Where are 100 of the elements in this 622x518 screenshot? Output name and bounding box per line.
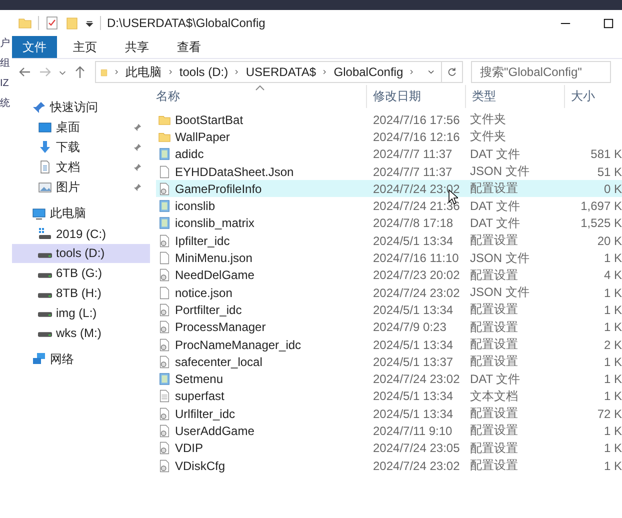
properties-icon[interactable] <box>45 16 59 30</box>
nav-item[interactable]: img (L:) <box>12 302 150 323</box>
file-type: 配置设置 <box>469 301 519 318</box>
menu-label: 组 <box>0 58 11 70</box>
column-header[interactable]: 修改日期 <box>367 85 466 108</box>
nav-item[interactable]: tools (D:) <box>12 244 150 264</box>
file-row[interactable]: Urlfilter_idc 2024/5/1 13:34 配置设置 72 K <box>156 405 622 422</box>
nav-item[interactable]: 下载 <box>12 138 150 158</box>
file-row[interactable]: Portfilter_idc 2024/5/1 13:34 配置设置 1 K <box>156 301 622 319</box>
gear-file-icon <box>158 338 171 352</box>
breadcrumb-item[interactable]: GlobalConfig <box>334 65 404 79</box>
nav-item[interactable]: wks (M:) <box>12 322 150 343</box>
chevron-right-icon[interactable] <box>235 67 239 77</box>
ribbon-tab[interactable]: 主页 <box>61 36 109 58</box>
back-arrow-icon[interactable] <box>18 65 32 79</box>
file-row[interactable]: NeedDelGame 2024/7/23 20:02 配置设置 4 K <box>156 266 622 284</box>
ribbon-tab[interactable]: 文件 <box>12 36 57 58</box>
search-field[interactable]: 搜索"GlobalConfig" <box>471 61 611 83</box>
column-header[interactable]: 类型 <box>466 85 565 108</box>
column-header[interactable]: 大小 <box>565 85 622 108</box>
computer-icon <box>32 206 46 221</box>
maximize-icon[interactable] <box>603 18 614 28</box>
modified-date: 2024/7/24 23:02 <box>372 182 461 196</box>
file-name: adidc <box>175 147 204 162</box>
up-arrow-icon[interactable] <box>73 65 87 79</box>
nav-item[interactable]: 8TB (H:) <box>12 283 150 303</box>
nav-item[interactable]: 6TB (G:) <box>12 263 150 284</box>
file-type: 文本文档 <box>469 388 519 405</box>
file-name: Urlfilter_idc <box>175 406 236 421</box>
file-name: NeedDelGame <box>175 268 254 282</box>
modified-date: 2024/7/11 9:10 <box>372 424 454 438</box>
modified-date: 2024/7/7 11:37 <box>372 147 454 162</box>
file-row[interactable]: superfast 2024/5/1 13:34 文本文档 1 K <box>156 388 622 406</box>
file-row[interactable]: notice.json 2024/7/24 23:02 JSON 文件 1 K <box>156 284 622 302</box>
file-row[interactable]: UserAddGame 2024/7/11 9:10 配置设置 1 K <box>156 422 622 440</box>
nav-item[interactable]: 图片 <box>12 177 150 197</box>
drive-icon <box>38 312 52 318</box>
gear-file-icon <box>158 441 171 456</box>
file-size: 4 K <box>602 268 622 282</box>
file-row[interactable]: EYHDDataSheet.Json 2024/7/7 11:37 JSON 文件 51 K <box>156 162 622 180</box>
nav-item[interactable]: 桌面 <box>12 118 150 138</box>
chevron-right-icon[interactable] <box>323 67 327 77</box>
file-row[interactable]: iconslib 2024/7/24 21:36 DAT 文件 1,697 K <box>156 197 622 215</box>
breadcrumb-item[interactable]: tools (D:) <box>179 65 228 79</box>
file-name: BootStartBat <box>175 112 244 127</box>
file-name: ProcessManager <box>175 320 266 334</box>
file-type: DAT 文件 <box>469 370 522 388</box>
file-row[interactable]: ProcessManager 2024/7/9 0:23 配置设置 1 K <box>156 318 622 336</box>
file-row[interactable]: VDIP 2024/7/24 23:05 配置设置 1 K <box>156 440 622 457</box>
chevron-right-icon[interactable] <box>115 67 119 77</box>
file-size: 581 K <box>590 147 622 162</box>
modified-date: 2024/7/24 21:36 <box>372 199 461 214</box>
column-header[interactable]: 名称 <box>150 85 367 108</box>
nav-item[interactable]: 2019 (C:) <box>12 224 150 244</box>
file-name: VDIP <box>175 441 204 456</box>
image-icon <box>38 180 52 194</box>
breadcrumb-item[interactable]: USERDATA$ <box>246 65 316 79</box>
chevron-right-icon[interactable] <box>168 67 172 77</box>
address-bar[interactable]: 此电脑 tools (D:) USERDATA$ GlobalConfig <box>95 61 463 83</box>
chevron-right-icon[interactable] <box>410 67 414 77</box>
modified-date: 2024/7/24 23:02 <box>372 372 461 386</box>
nav-item[interactable]: 文档 <box>12 157 150 178</box>
menu-label: IZ <box>0 78 10 90</box>
file-row[interactable]: MiniMenu.json 2024/7/16 11:10 JSON 文件 1 K <box>156 249 622 267</box>
file-type: 配置设置 <box>469 180 519 198</box>
file-row[interactable]: Setmenu 2024/7/24 23:02 DAT 文件 1 K <box>156 370 622 388</box>
breadcrumb-item[interactable]: 此电脑 <box>126 64 162 80</box>
ribbon-tab[interactable]: 共享 <box>113 36 161 58</box>
ribbon-tab[interactable]: 查看 <box>165 36 213 58</box>
file-row[interactable]: BootStartBat 2024/7/16 17:56 文件夹 <box>156 111 622 128</box>
file-name: ProcNameManager_idc <box>175 338 302 352</box>
file-type: 配置设置 <box>469 422 519 440</box>
file-name: EYHDDataSheet.Json <box>175 164 294 179</box>
blank-file-icon <box>158 164 171 179</box>
file-row[interactable]: VDiskCfg 2024/7/24 23:02 配置设置 1 K <box>156 456 622 474</box>
file-row[interactable]: adidc 2024/7/7 11:37 DAT 文件 581 K <box>156 146 622 163</box>
nav-item[interactable]: 此电脑 <box>12 204 150 224</box>
file-type: 配置设置 <box>469 336 519 353</box>
file-row[interactable]: iconslib_matrix 2024/7/8 17:18 DAT 文件 1,525 K <box>156 214 622 232</box>
gear-file-icon <box>158 234 171 248</box>
gear-file-icon <box>158 458 171 473</box>
refresh-icon[interactable] <box>447 67 458 77</box>
file-row[interactable]: WallPaper 2024/7/16 12:16 文件夹 <box>156 128 622 146</box>
file-name: notice.json <box>175 286 232 300</box>
file-name: VDiskCfg <box>175 458 226 473</box>
file-row[interactable]: safecenter_local 2024/5/1 13:37 配置设置 1 K <box>156 353 622 370</box>
data-file-icon <box>158 372 171 386</box>
drive-icon <box>38 252 52 258</box>
file-row[interactable]: GameProfileInfo 2024/7/24 23:02 配置设置 0 K <box>156 180 622 198</box>
file-size: 0 K <box>602 182 622 196</box>
file-row[interactable]: ProcNameManager_idc 2024/5/1 13:34 配置设置 2 K <box>156 336 622 354</box>
dropdown-icon[interactable] <box>85 18 94 28</box>
drive-icon <box>38 332 52 338</box>
file-size: 1 K <box>602 458 622 473</box>
nav-item[interactable]: 快速访问 <box>12 98 150 118</box>
file-type: DAT 文件 <box>469 198 522 215</box>
modified-date: 2024/7/9 0:23 <box>372 320 448 334</box>
file-row[interactable]: Ipfilter_idc 2024/5/1 13:34 配置设置 20 K <box>156 232 622 250</box>
nav-item[interactable]: 网络 <box>12 350 150 370</box>
modified-date: 2024/7/24 23:02 <box>372 458 461 473</box>
